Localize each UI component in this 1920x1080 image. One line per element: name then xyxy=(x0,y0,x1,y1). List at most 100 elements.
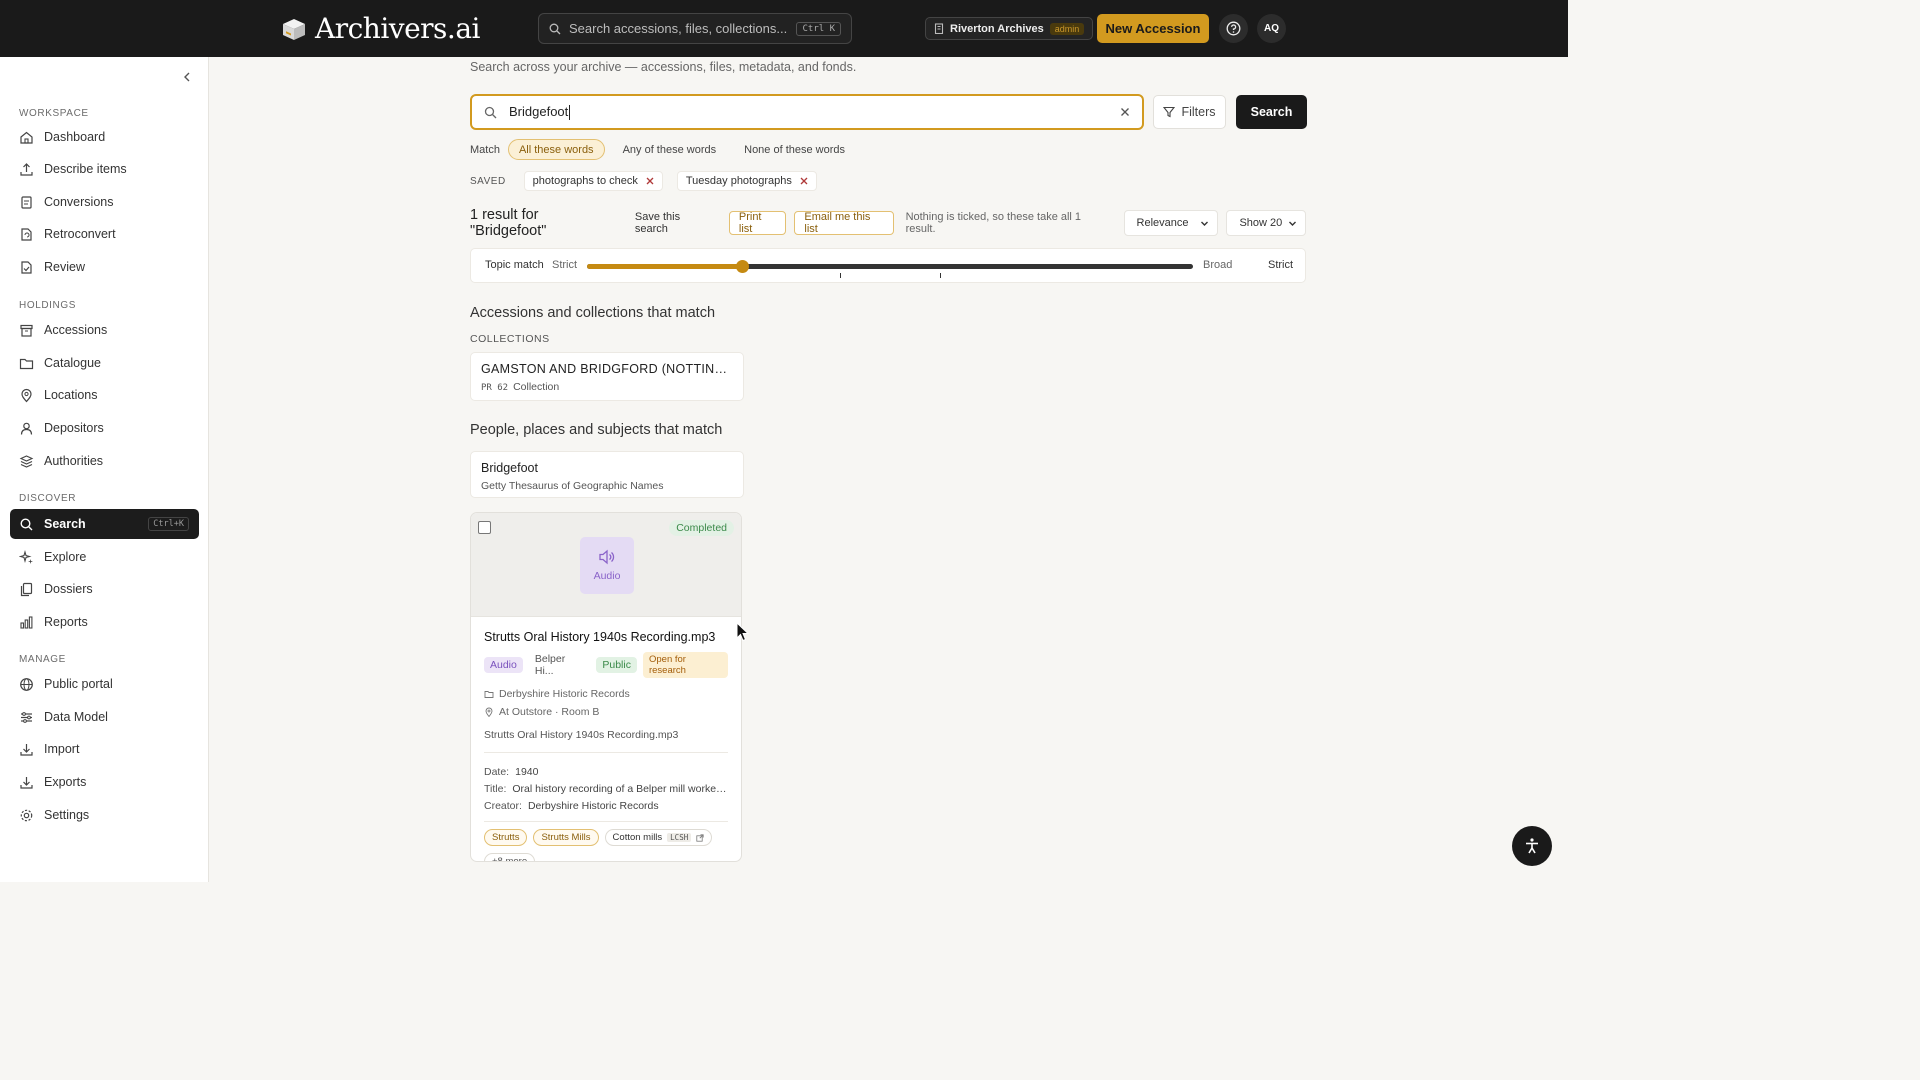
sidebar-item-retroconvert[interactable]: Retroconvert xyxy=(10,219,199,249)
slider-handle[interactable] xyxy=(735,260,749,273)
gear-icon xyxy=(20,809,33,821)
sort-select[interactable]: Relevance xyxy=(1123,210,1219,236)
saved-search-chip[interactable]: Tuesday photographs xyxy=(676,171,817,191)
collection-card[interactable]: GAMSTON AND BRIDGFORD (NOTTINGHAMSHIRE) … xyxy=(470,352,744,401)
sidebar-item-catalogue[interactable]: Catalogue xyxy=(10,348,199,378)
sidebar-item-label: Public portal xyxy=(44,677,113,691)
sidebar-item-dossiers[interactable]: Dossiers xyxy=(10,574,199,604)
select-checkbox[interactable] xyxy=(478,521,491,534)
type-tag: Audio xyxy=(484,657,523,673)
stack-icon xyxy=(19,454,34,468)
result-title[interactable]: Strutts Oral History 1940s Recording.mp3 xyxy=(484,630,728,644)
sidebar-item-reports[interactable]: Reports xyxy=(10,607,199,637)
page-size-select[interactable]: Show 20 xyxy=(1226,210,1306,236)
global-search-input[interactable]: Search accessions, files, collections...… xyxy=(538,13,852,44)
match-any-words[interactable]: Any of these words xyxy=(613,139,727,160)
slider-value-label: Strict xyxy=(1268,259,1294,271)
sidebar-item-review[interactable]: Review xyxy=(10,252,199,282)
saved-label: SAVED xyxy=(470,175,506,187)
sidebar-item-exports[interactable]: Exports xyxy=(10,767,199,797)
user-icon xyxy=(20,422,33,435)
folder-icon xyxy=(484,691,494,698)
user-avatar[interactable]: AQ xyxy=(1257,14,1286,43)
sidebar-item-describe-items[interactable]: Describe items xyxy=(10,154,199,184)
clear-search-button[interactable] xyxy=(1120,104,1130,121)
file-check-icon xyxy=(21,260,32,274)
search-icon xyxy=(20,517,33,530)
saved-search-label: photographs to check xyxy=(532,175,638,187)
field-value: Oral history recording of a Belper mill … xyxy=(512,783,728,795)
search-icon xyxy=(549,23,561,34)
sidebar-item-label: Search xyxy=(44,517,86,531)
bar-chart-icon xyxy=(20,615,33,629)
upload-icon xyxy=(20,162,33,176)
sidebar-item-explore[interactable]: Explore xyxy=(10,542,199,572)
more-subjects-button[interactable]: +8 more xyxy=(484,853,536,861)
sidebar-item-dashboard[interactable]: Dashboard xyxy=(10,122,199,152)
status-badge: Completed xyxy=(669,520,734,536)
saved-searches: SAVED photographs to check Tuesday photo… xyxy=(470,171,817,191)
visibility-tag: Public xyxy=(596,657,637,673)
subject-tag[interactable]: Strutts Mills xyxy=(533,829,599,846)
slider-fill xyxy=(587,264,742,269)
field-key: Date: xyxy=(484,766,510,778)
selection-hint: Nothing is ticked, so these take all 1 r… xyxy=(905,211,1082,235)
match-none-words[interactable]: None of these words xyxy=(734,139,855,160)
top-bar: Archivers.ai Search accessions, files, c… xyxy=(0,0,1568,57)
saved-search-chip[interactable]: photographs to check xyxy=(523,171,663,191)
file-name: Strutts Oral History 1940s Recording.mp3 xyxy=(484,729,728,753)
accessibility-button[interactable] xyxy=(1512,826,1552,866)
sidebar-item-settings[interactable]: Settings xyxy=(10,800,199,830)
org-name: Riverton Archives xyxy=(950,22,1044,35)
result-card[interactable]: Completed Audio Strutts Oral History 194… xyxy=(470,512,742,862)
help-button[interactable] xyxy=(1219,14,1248,43)
subject-tag-label: Cotton mills xyxy=(612,832,663,843)
collapse-sidebar-button[interactable] xyxy=(180,70,194,84)
sidebar-item-authorities[interactable]: Authorities xyxy=(10,446,199,476)
sidebar-item-import[interactable]: Import xyxy=(10,734,199,764)
sidebar-item-conversions[interactable]: Conversions xyxy=(10,187,199,217)
archive-icon xyxy=(20,324,33,337)
subject-card[interactable]: Bridgefoot Getty Thesaurus of Geographic… xyxy=(470,451,744,498)
filter-icon xyxy=(1163,106,1176,118)
close-icon xyxy=(646,177,654,185)
topic-match-panel: Topic match Strict Broad Strict xyxy=(470,248,1306,283)
filters-button[interactable]: Filters xyxy=(1153,95,1226,129)
topic-match-slider[interactable] xyxy=(587,260,1193,278)
match-all-words[interactable]: All these words xyxy=(507,139,605,160)
access-tag: Open for research xyxy=(642,652,728,678)
search-button[interactable]: Search xyxy=(1236,95,1307,129)
subject-tag[interactable]: Cotton mills LCSH xyxy=(604,829,713,846)
close-icon xyxy=(800,177,808,185)
sidebar-item-search[interactable]: Search Ctrl+K xyxy=(10,509,199,539)
card-preview: Completed Audio xyxy=(471,513,741,617)
sidebar-item-label: Authorities xyxy=(44,454,104,468)
sidebar-item-label: Depositors xyxy=(44,421,104,435)
remove-saved-search-button[interactable] xyxy=(646,174,654,188)
sidebar: WORKSPACE Dashboard Describe items Conve… xyxy=(0,57,209,882)
remove-saved-search-button[interactable] xyxy=(800,174,808,188)
new-accession-button[interactable]: New Accession xyxy=(1097,14,1209,43)
sidebar-item-data-model[interactable]: Data Model xyxy=(10,702,199,732)
sidebar-item-public-portal[interactable]: Public portal xyxy=(10,669,199,699)
sidebar-item-locations[interactable]: Locations xyxy=(10,380,199,410)
field-value: 1940 xyxy=(515,766,539,778)
sidebar-section-workspace: WORKSPACE xyxy=(19,108,89,119)
shortcut-hint: Ctrl+K xyxy=(148,517,189,531)
subject-tag[interactable]: Strutts xyxy=(484,829,528,846)
repository-name: Derbyshire Historic Records xyxy=(499,688,630,700)
building-icon xyxy=(934,23,944,34)
sidebar-item-label: Settings xyxy=(44,808,90,822)
document-scan-icon xyxy=(21,195,32,209)
sidebar-item-depositors[interactable]: Depositors xyxy=(10,413,199,443)
sidebar-item-accessions[interactable]: Accessions xyxy=(10,315,199,345)
print-list-button[interactable]: Print list xyxy=(728,211,787,235)
close-icon xyxy=(1121,107,1129,116)
save-search-button[interactable]: Save this search xyxy=(627,211,721,235)
org-switcher[interactable]: Riverton Archives admin xyxy=(925,17,1094,40)
sidebar-section-discover: DISCOVER xyxy=(19,493,77,504)
email-list-button[interactable]: Email me this list xyxy=(794,211,894,235)
search-input[interactable]: Bridgefoot xyxy=(470,94,1144,130)
app-logo[interactable]: Archivers.ai xyxy=(281,12,480,45)
speaker-icon xyxy=(599,549,615,565)
